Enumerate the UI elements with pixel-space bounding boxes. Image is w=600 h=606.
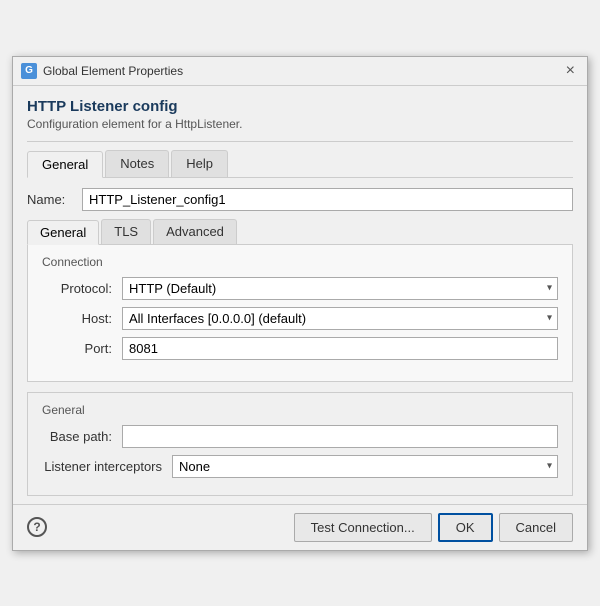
name-input[interactable] xyxy=(82,188,573,211)
host-label: Host: xyxy=(42,311,122,326)
general-section: General Base path: Listener interceptors… xyxy=(27,392,573,496)
base-path-control xyxy=(122,425,558,448)
port-control xyxy=(122,337,558,360)
footer-left: ? xyxy=(27,517,47,537)
test-connection-button[interactable]: Test Connection... xyxy=(294,513,432,542)
tab-notes[interactable]: Notes xyxy=(105,150,169,177)
inner-tab-advanced[interactable]: Advanced xyxy=(153,219,237,244)
dialog-heading: HTTP Listener config xyxy=(27,98,573,115)
protocol-control: HTTP (Default) ▾ xyxy=(122,277,558,300)
inner-panel: Connection Protocol: HTTP (Default) ▾ Ho… xyxy=(27,245,573,382)
general-section-title: General xyxy=(42,403,558,417)
host-select[interactable]: All Interfaces [0.0.0.0] (default) xyxy=(122,307,558,330)
inner-tab-general[interactable]: General xyxy=(27,220,99,245)
dialog-container: G Global Element Properties × HTTP Liste… xyxy=(12,56,588,551)
dialog-footer: ? Test Connection... OK Cancel xyxy=(13,504,587,550)
interceptors-label: Listener interceptors xyxy=(42,459,172,474)
separator xyxy=(27,141,573,142)
help-icon-button[interactable]: ? xyxy=(27,517,47,537)
host-select-wrapper: All Interfaces [0.0.0.0] (default) ▾ xyxy=(122,307,558,330)
inner-tabs: General TLS Advanced xyxy=(27,219,573,245)
dialog-body: HTTP Listener config Configuration eleme… xyxy=(13,86,587,504)
interceptors-row: Listener interceptors None ▾ xyxy=(42,455,558,478)
port-input[interactable] xyxy=(122,337,558,360)
port-row: Port: xyxy=(42,337,558,360)
interceptors-select-wrapper: None ▾ xyxy=(172,455,558,478)
host-control: All Interfaces [0.0.0.0] (default) ▾ xyxy=(122,307,558,330)
interceptors-control: None ▾ xyxy=(172,455,558,478)
protocol-row: Protocol: HTTP (Default) ▾ xyxy=(42,277,558,300)
interceptors-select[interactable]: None xyxy=(172,455,558,478)
footer-right: Test Connection... OK Cancel xyxy=(294,513,573,542)
port-label: Port: xyxy=(42,341,122,356)
app-icon-label: G xyxy=(25,65,33,76)
base-path-label: Base path: xyxy=(42,429,122,444)
base-path-row: Base path: xyxy=(42,425,558,448)
cancel-button[interactable]: Cancel xyxy=(499,513,573,542)
tab-general[interactable]: General xyxy=(27,151,103,178)
close-button[interactable]: × xyxy=(562,63,579,79)
dialog-subheading: Configuration element for a HttpListener… xyxy=(27,117,573,131)
app-icon: G xyxy=(21,63,37,79)
ok-button[interactable]: OK xyxy=(438,513,493,542)
name-row: Name: xyxy=(27,188,573,211)
name-label: Name: xyxy=(27,192,82,207)
protocol-label: Protocol: xyxy=(42,281,122,296)
protocol-select[interactable]: HTTP (Default) xyxy=(122,277,558,300)
titlebar: G Global Element Properties × xyxy=(13,57,587,86)
host-row: Host: All Interfaces [0.0.0.0] (default)… xyxy=(42,307,558,330)
protocol-select-wrapper: HTTP (Default) ▾ xyxy=(122,277,558,300)
inner-tab-tls[interactable]: TLS xyxy=(101,219,151,244)
tab-help[interactable]: Help xyxy=(171,150,228,177)
outer-tabs: General Notes Help xyxy=(27,150,573,178)
dialog-title: Global Element Properties xyxy=(43,64,183,78)
titlebar-left: G Global Element Properties xyxy=(21,63,183,79)
connection-section-label: Connection xyxy=(42,255,558,269)
base-path-input[interactable] xyxy=(122,425,558,448)
